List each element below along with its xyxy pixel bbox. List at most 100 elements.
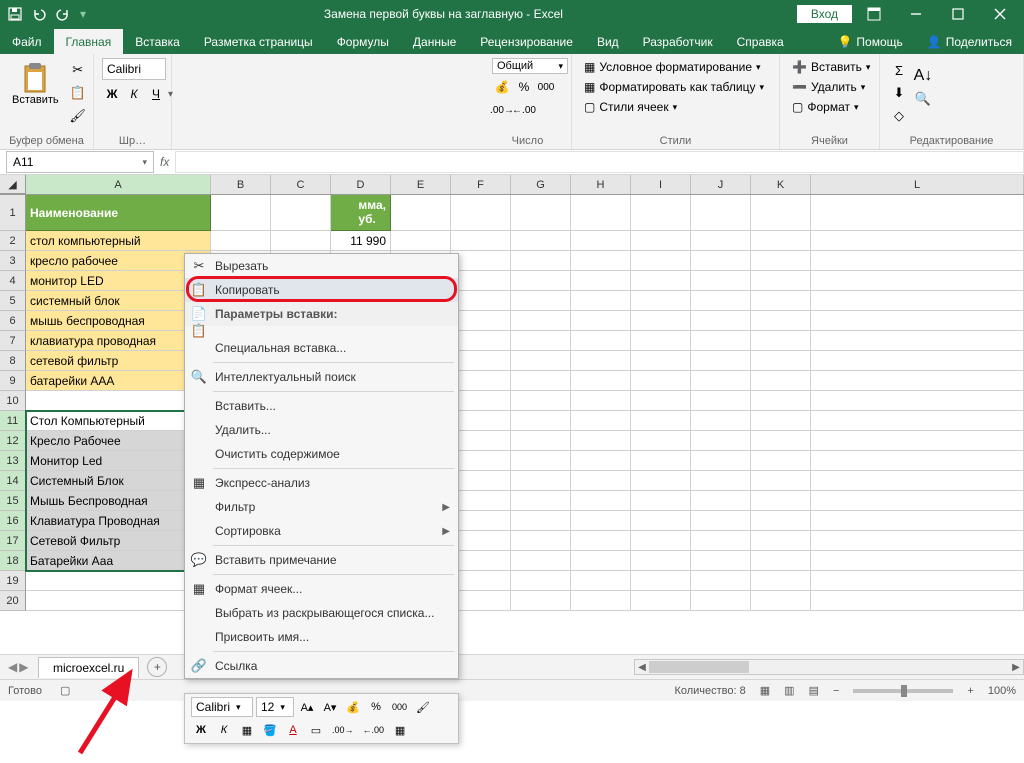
cm-paste-default[interactable]: 📋 (185, 326, 458, 336)
cell[interactable] (511, 391, 571, 411)
cell[interactable] (511, 331, 571, 351)
cell[interactable] (631, 271, 691, 291)
cell[interactable] (811, 591, 1024, 611)
cell[interactable] (631, 471, 691, 491)
cell[interactable] (631, 411, 691, 431)
name-box[interactable]: A11▾ (6, 151, 154, 173)
cell[interactable] (451, 431, 511, 451)
cell[interactable] (571, 391, 631, 411)
cm-paste-special[interactable]: Специальная вставка... (185, 336, 458, 360)
cm-insert-comment[interactable]: 💬Вставить примечание (185, 548, 458, 572)
cell[interactable] (631, 231, 691, 251)
font-name-combo[interactable] (102, 58, 166, 80)
cell[interactable] (391, 231, 451, 251)
row-header[interactable]: 12 (0, 431, 26, 451)
cell[interactable] (571, 431, 631, 451)
cell[interactable] (571, 371, 631, 391)
cell[interactable] (271, 231, 331, 251)
cell[interactable] (451, 531, 511, 551)
sort-filter-icon[interactable]: A↓ (912, 66, 934, 86)
cell[interactable] (571, 271, 631, 291)
cell[interactable] (511, 195, 571, 231)
cell[interactable] (811, 291, 1024, 311)
cell[interactable] (811, 451, 1024, 471)
cell[interactable] (751, 531, 811, 551)
cell[interactable] (511, 411, 571, 431)
ribbon-display-icon[interactable] (854, 0, 894, 28)
col-header[interactable]: K (751, 175, 811, 194)
fx-icon[interactable]: fx (154, 155, 175, 169)
col-header[interactable]: E (391, 175, 451, 194)
cell[interactable]: стол компьютерный (26, 231, 211, 251)
cm-pick-from-list[interactable]: Выбрать из раскрывающегося списка... (185, 601, 458, 625)
cell[interactable] (751, 591, 811, 611)
cell[interactable] (391, 195, 451, 231)
col-header[interactable]: C (271, 175, 331, 194)
cell[interactable] (451, 251, 511, 271)
cell[interactable] (811, 551, 1024, 571)
cell[interactable] (451, 271, 511, 291)
conditional-formatting-button[interactable]: ▦Условное форматирование▾ (580, 58, 765, 76)
clear-icon[interactable]: ◇ (888, 106, 910, 126)
cell[interactable] (811, 251, 1024, 271)
zoom-level[interactable]: 100% (988, 685, 1016, 697)
scroll-right-icon[interactable]: ▶ (1009, 662, 1023, 673)
col-header[interactable]: L (811, 175, 1024, 194)
mini-merge-icon[interactable]: ▭ (306, 720, 326, 740)
cell[interactable] (691, 195, 751, 231)
tab-formulas[interactable]: Формулы (325, 29, 401, 54)
bold-button[interactable]: Ж (102, 84, 122, 104)
row-header[interactable]: 18 (0, 551, 26, 571)
mini-fill-color-icon[interactable]: 🪣 (260, 720, 280, 740)
cell[interactable] (631, 591, 691, 611)
cell-styles-button[interactable]: ▢Стили ячеек▾ (580, 98, 681, 116)
cell[interactable] (571, 531, 631, 551)
cm-format-cells[interactable]: ▦Формат ячеек... (185, 577, 458, 601)
view-normal-icon[interactable]: ▦ (760, 684, 770, 697)
cell[interactable] (631, 331, 691, 351)
cell[interactable] (451, 511, 511, 531)
cell[interactable] (511, 371, 571, 391)
cm-sort[interactable]: Сортировка▶ (185, 519, 458, 543)
cell[interactable] (811, 391, 1024, 411)
cell[interactable] (811, 311, 1024, 331)
percent-icon[interactable]: % (514, 77, 534, 97)
cell[interactable] (511, 491, 571, 511)
cell[interactable] (511, 311, 571, 331)
find-icon[interactable]: 🔍 (912, 89, 934, 109)
select-all-corner[interactable]: ◢ (0, 175, 26, 194)
tab-pagelayout[interactable]: Разметка страницы (192, 29, 325, 54)
minimize-icon[interactable] (896, 0, 936, 28)
cell[interactable] (691, 591, 751, 611)
underline-button[interactable]: Ч (146, 84, 166, 104)
cell[interactable] (451, 471, 511, 491)
cm-insert[interactable]: Вставить... (185, 394, 458, 418)
cell[interactable] (511, 271, 571, 291)
cell[interactable] (571, 291, 631, 311)
row-header[interactable]: 16 (0, 511, 26, 531)
mini-format-painter-icon[interactable]: 🖌 (413, 697, 433, 717)
cm-define-name[interactable]: Присвоить имя... (185, 625, 458, 649)
tab-file[interactable]: Файл (0, 29, 54, 54)
row-header[interactable]: 6 (0, 311, 26, 331)
cell[interactable] (751, 571, 811, 591)
mini-percent-icon[interactable]: % (366, 697, 386, 717)
cell[interactable] (451, 311, 511, 331)
tab-home[interactable]: Главная (54, 29, 124, 54)
row-header[interactable]: 5 (0, 291, 26, 311)
cell[interactable] (571, 511, 631, 531)
tab-insert[interactable]: Вставка (123, 29, 192, 54)
cm-copy[interactable]: 📋Копировать (185, 278, 458, 302)
cell[interactable] (751, 491, 811, 511)
col-header-a[interactable]: A (26, 175, 211, 194)
delete-cells-button[interactable]: ➖Удалить▾ (788, 78, 869, 96)
formula-bar[interactable] (175, 151, 1024, 173)
mini-font-color-icon[interactable]: A (283, 720, 303, 740)
cell[interactable]: мма,уб. (331, 195, 391, 231)
cut-icon[interactable]: ✂ (67, 60, 89, 80)
cell[interactable] (571, 331, 631, 351)
cell[interactable] (631, 391, 691, 411)
sheet-nav-next-icon[interactable]: ▶ (19, 660, 28, 674)
cell[interactable] (811, 491, 1024, 511)
cell[interactable] (691, 231, 751, 251)
